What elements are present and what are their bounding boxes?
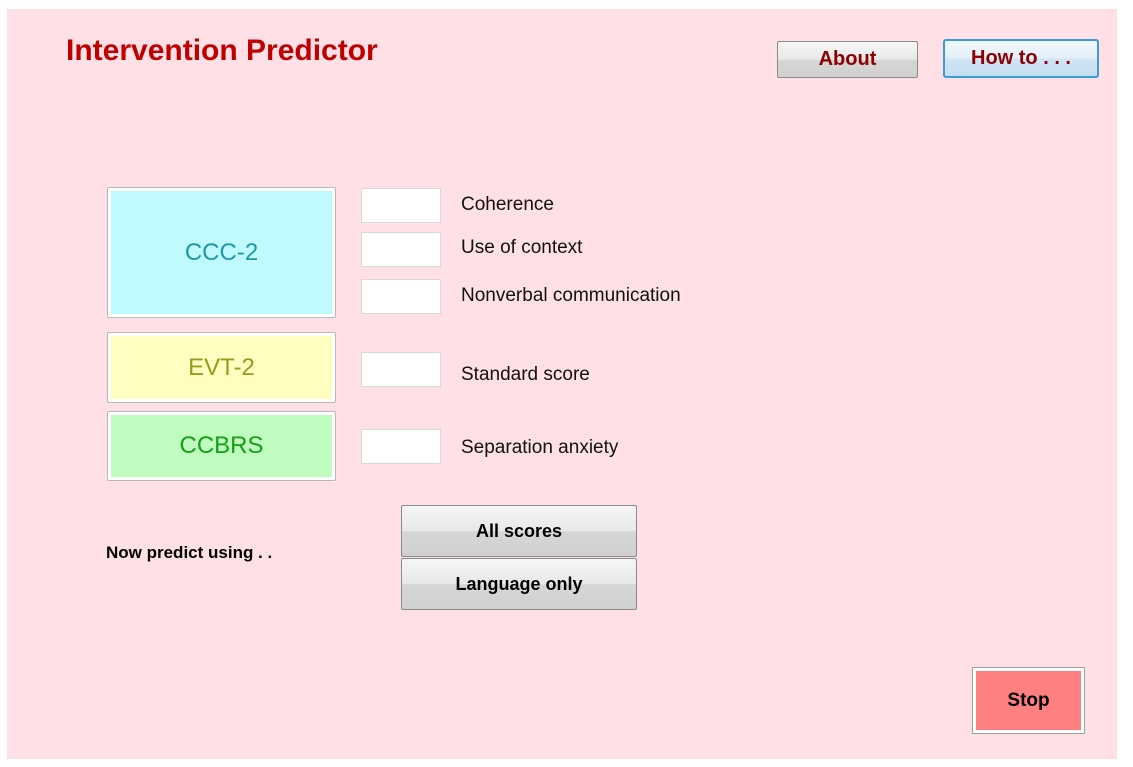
language-only-button[interactable]: Language only — [401, 558, 637, 610]
use-of-context-input[interactable] — [361, 232, 441, 267]
evt2-label: EVT-2 — [188, 353, 255, 381]
how-to-button[interactable]: How to . . . — [943, 39, 1099, 78]
predict-using-label: Now predict using . . — [106, 543, 273, 562]
coherence-label: Coherence — [461, 194, 554, 215]
separation-anxiety-label: Separation anxiety — [461, 437, 619, 458]
ccbrs-label: CCBRS — [179, 432, 264, 459]
use-of-context-label: Use of context — [461, 237, 583, 258]
coherence-input[interactable] — [361, 188, 441, 223]
ccc2-block: CCC-2 — [107, 187, 336, 318]
ccbrs-block: CCBRS — [107, 411, 336, 481]
all-scores-button[interactable]: All scores — [401, 505, 637, 557]
stop-button[interactable]: Stop — [972, 667, 1085, 734]
standard-score-label: Standard score — [461, 364, 590, 385]
about-button[interactable]: About — [777, 41, 918, 78]
ccc2-label: CCC-2 — [184, 238, 259, 266]
standard-score-input[interactable] — [361, 352, 441, 387]
evt2-block: EVT-2 — [107, 332, 336, 403]
nonverbal-communication-label: Nonverbal communication — [461, 285, 681, 306]
nonverbal-communication-input[interactable] — [361, 279, 441, 314]
app-title: Intervention Predictor — [66, 34, 378, 67]
separation-anxiety-input[interactable] — [361, 429, 441, 464]
